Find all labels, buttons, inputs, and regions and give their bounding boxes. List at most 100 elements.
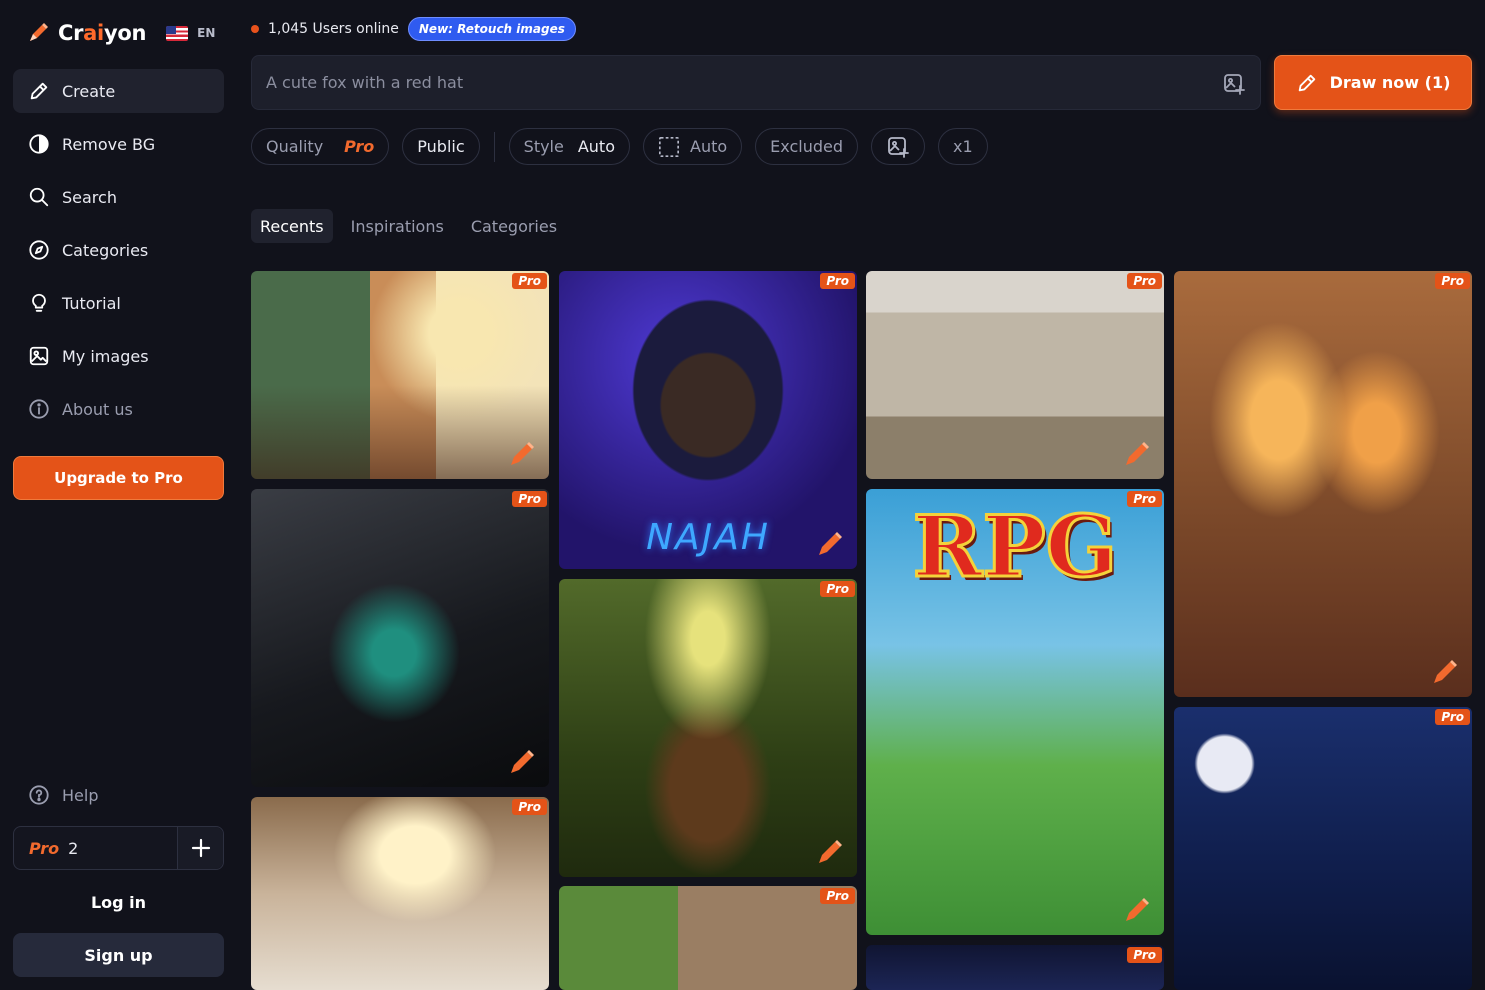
image-count-label: x1 — [953, 137, 973, 156]
plus-icon — [191, 838, 210, 858]
najah-neon-text: NAJAH — [646, 517, 770, 558]
us-flag-icon[interactable] — [166, 25, 189, 41]
quality-label: Quality — [266, 137, 324, 156]
sidebar-item-categories[interactable]: Categories — [13, 228, 224, 272]
prompt-input[interactable] — [266, 73, 1166, 92]
logo-text: Craiyon — [58, 21, 147, 45]
new-feature-badge[interactable]: New: Retouch images — [407, 17, 576, 41]
sidebar-nav: Create Remove BG Search Categories Tutor… — [13, 69, 224, 440]
rpg-title-text: RPG — [911, 496, 1119, 598]
options-divider — [493, 131, 495, 162]
pro-badge: Pro — [512, 799, 547, 815]
retouch-pencil-icon[interactable] — [1122, 895, 1152, 925]
aspect-ratio-icon — [658, 136, 680, 158]
info-icon — [28, 398, 50, 420]
compass-icon — [28, 239, 50, 261]
pro-badge: Pro — [820, 273, 855, 289]
pro-badge: Pro — [1127, 273, 1162, 289]
gallery-image-classroom[interactable]: Pro — [251, 271, 549, 479]
help-icon — [28, 784, 50, 806]
online-dot-icon — [251, 25, 259, 33]
image-icon — [28, 345, 50, 367]
status-bar: 1,045 Users online New: Retouch images — [251, 16, 576, 42]
pro-count: 2 — [68, 838, 79, 858]
lightbulb-icon — [28, 292, 50, 314]
gallery-image-village[interactable]: Pro — [559, 886, 857, 990]
language-label[interactable]: EN — [197, 26, 215, 40]
pro-badge: Pro — [512, 273, 547, 289]
gallery-image-rpg[interactable]: Pro RPG — [866, 489, 1164, 935]
retouch-pencil-icon[interactable] — [815, 529, 845, 559]
visibility-toggle[interactable]: Public — [402, 128, 480, 165]
sidebar-item-tutorial[interactable]: Tutorial — [13, 281, 224, 325]
excluded-label: Excluded — [770, 137, 843, 156]
quality-selector[interactable]: Quality Pro — [251, 128, 390, 165]
gallery-image-portrait[interactable]: Pro NAJAH — [559, 271, 857, 569]
pencil-icon — [28, 80, 50, 102]
quality-value: Pro — [344, 137, 375, 156]
gallery-image-control-panel[interactable]: Pro — [251, 489, 549, 787]
style-value: Auto — [577, 137, 615, 156]
pro-credits: Pro 2 — [13, 826, 224, 870]
users-online-text: 1,045 Users online — [268, 21, 399, 37]
sidebar-item-label: Categories — [62, 240, 149, 260]
style-label: Style — [523, 137, 564, 156]
tab-inspirations[interactable]: Inspirations — [342, 209, 453, 243]
retouch-pencil-icon[interactable] — [815, 837, 845, 867]
sidebar-item-label: Remove BG — [62, 134, 156, 154]
retouch-pencil-icon[interactable] — [1122, 439, 1152, 469]
login-button[interactable]: Log in — [13, 880, 224, 924]
draw-now-label: Draw now (1) — [1329, 73, 1451, 92]
image-prompt-button[interactable] — [871, 128, 925, 165]
gallery-image-boxes[interactable]: Pro — [866, 271, 1164, 479]
crayon-logo-icon — [30, 23, 48, 41]
sidebar-item-label: About us — [62, 399, 133, 419]
tab-recents[interactable]: Recents — [251, 209, 333, 243]
help-link[interactable]: Help — [13, 773, 224, 817]
retouch-pencil-icon[interactable] — [1430, 657, 1460, 687]
sidebar-item-create[interactable]: Create — [13, 69, 224, 113]
retouch-pencil-icon[interactable] — [507, 439, 537, 469]
prompt-box — [251, 55, 1261, 110]
add-credits-button[interactable] — [177, 827, 223, 869]
pencil-icon — [1296, 72, 1318, 94]
sidebar-item-label: Tutorial — [62, 293, 121, 313]
sidebar-item-remove-bg[interactable]: Remove BG — [13, 122, 224, 166]
retouch-pencil-icon[interactable] — [507, 747, 537, 777]
sidebar-item-my-images[interactable]: My images — [13, 334, 224, 378]
aspect-ratio-value: Auto — [690, 137, 728, 156]
signup-button[interactable]: Sign up — [13, 933, 224, 977]
pro-badge: Pro — [1435, 709, 1470, 725]
gallery-image-courtyard[interactable]: Pro — [1174, 271, 1472, 697]
upgrade-to-pro-button[interactable]: Upgrade to Pro — [13, 456, 224, 500]
gallery-image-space[interactable]: Pro — [866, 945, 1164, 990]
pro-badge: Pro — [820, 581, 855, 597]
options-row: Quality Pro Public Style Auto Auto Exclu… — [251, 128, 1001, 165]
help-label: Help — [62, 785, 99, 805]
pro-label: Pro — [29, 838, 60, 858]
tab-categories[interactable]: Categories — [462, 209, 566, 243]
sidebar-item-search[interactable]: Search — [13, 175, 224, 219]
gallery-image-forest-hut[interactable]: Pro — [559, 579, 857, 877]
sidebar-item-label: Create — [62, 81, 116, 101]
sidebar-item-label: My images — [62, 346, 149, 366]
draw-now-button[interactable]: Draw now (1) — [1274, 55, 1472, 110]
gallery-tabs: Recents Inspirations Categories — [251, 209, 575, 243]
sidebar-item-about-us[interactable]: About us — [13, 387, 224, 431]
logo[interactable]: Craiyon EN — [26, 18, 215, 48]
pro-badge: Pro — [512, 491, 547, 507]
add-image-icon[interactable] — [1222, 72, 1246, 96]
visibility-label: Public — [417, 137, 465, 156]
search-icon — [28, 186, 50, 208]
image-count-selector[interactable]: x1 — [938, 128, 988, 165]
aspect-ratio-selector[interactable]: Auto — [643, 128, 743, 165]
add-image-icon — [888, 136, 909, 158]
gallery-image-kitchen[interactable]: Pro — [251, 797, 549, 990]
half-circle-icon — [28, 133, 50, 155]
style-selector[interactable]: Style Auto — [508, 128, 630, 165]
pro-badge: Pro — [1127, 947, 1162, 963]
pro-badge: Pro — [1435, 273, 1470, 289]
excluded-button[interactable]: Excluded — [755, 128, 858, 165]
gallery-image-cat-knight[interactable]: Pro — [1174, 707, 1472, 990]
pro-badge: Pro — [820, 888, 855, 904]
